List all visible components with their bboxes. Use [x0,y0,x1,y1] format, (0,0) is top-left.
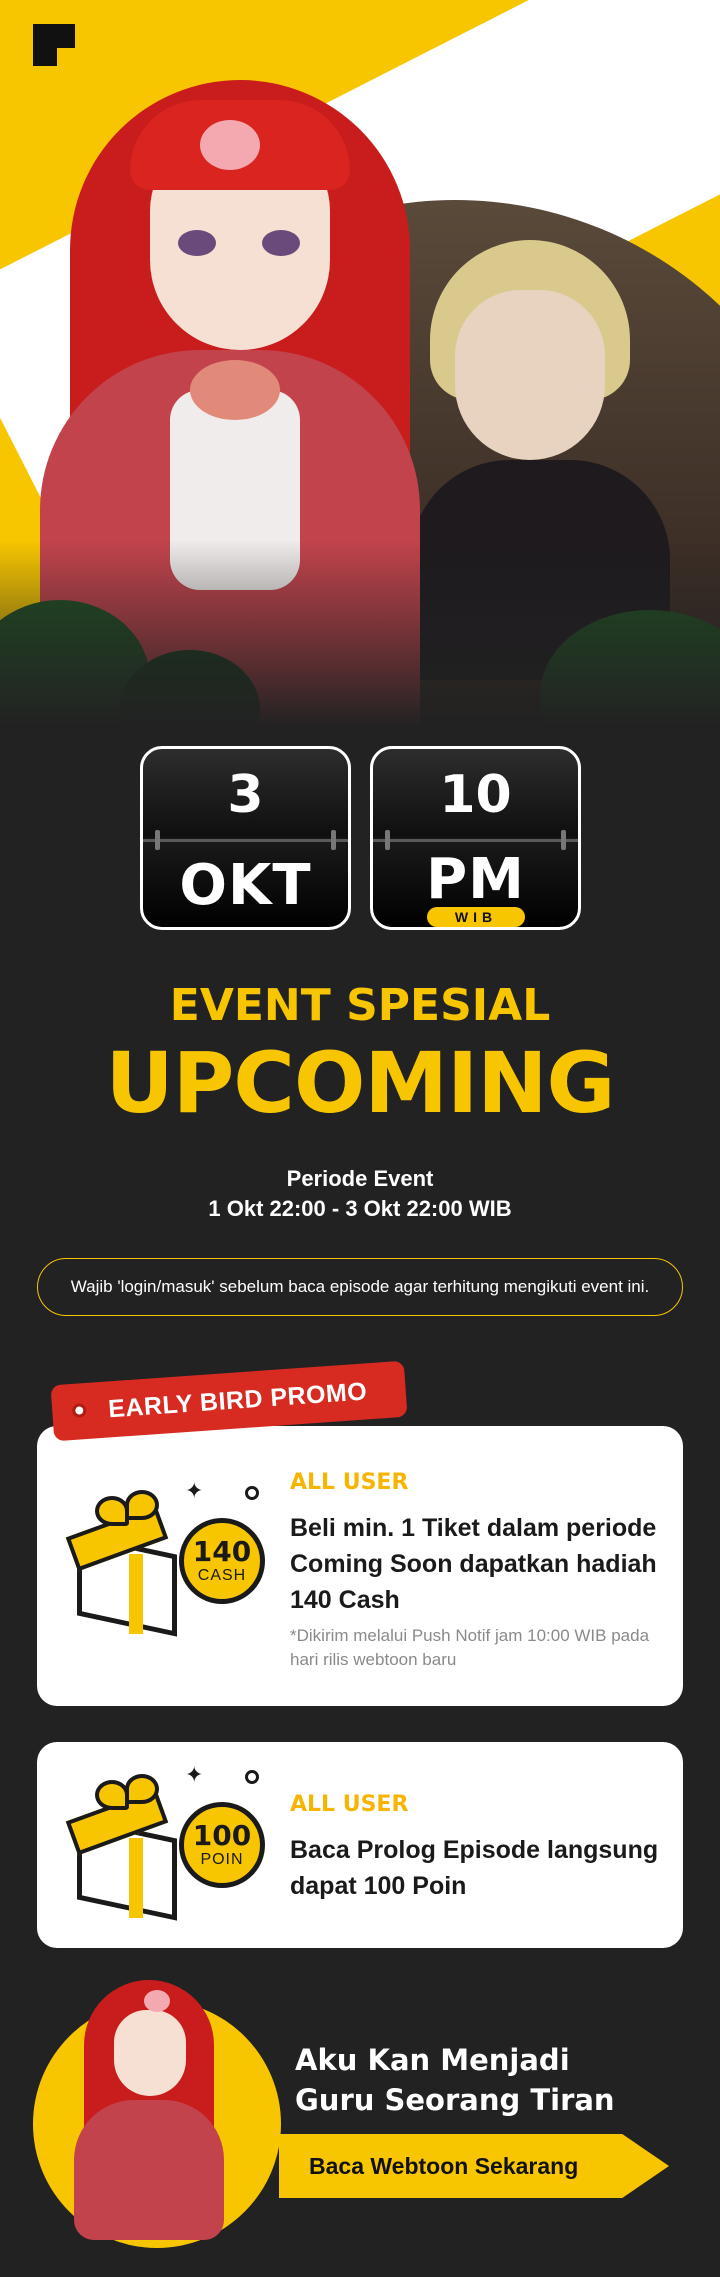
read-webtoon-button[interactable]: Baca Webtoon Sekarang [279,2134,669,2198]
card-description: Baca Prolog Episode langsung dapat 100 P… [290,1836,659,1900]
reward-amount: 100 [192,1819,252,1852]
time-tile: 10 PM WIB [370,746,581,930]
coin-icon: 100 POIN [179,1802,265,1888]
timezone-badge: WIB [427,907,525,927]
early-bird-label: EARLY BIRD PROMO [107,1377,369,1424]
hero-banner [0,0,720,760]
card-audience: ALL USER [290,1470,409,1495]
period-range: 1 Okt 22:00 - 3 Okt 22:00 WIB [208,1196,512,1221]
webtoon-title-line1: Aku Kan Menjadi [295,2043,570,2077]
promo-card-cash: ✦ 140 CASH ALL USER Beli min. 1 Tiket da… [37,1426,683,1706]
webtoon-title: Aku Kan Menjadi Guru Seorang Tiran [295,2040,695,2120]
tag-hole-icon [71,1402,87,1418]
cta-character [44,1970,244,2250]
reward-amount: 140 [192,1535,252,1568]
coin-icon: 140 CASH [179,1518,265,1604]
event-subtitle: UPCOMING [105,1034,616,1132]
promo-card-poin: ✦ 100 POIN ALL USER Baca Prolog Episode … [37,1742,683,1948]
reward-unit: CASH [197,1567,247,1584]
brand-logo-icon[interactable] [33,24,75,66]
time-hour: 10 [439,765,512,825]
reward-unit: POIN [200,1851,244,1868]
card-audience: ALL USER [290,1792,409,1817]
login-notice: Wajib 'login/masuk' sebelum baca episode… [37,1258,683,1316]
period-label: Periode Event [286,1166,434,1191]
gift-box-icon: ✦ 100 POIN [65,1762,267,1921]
webtoon-title-line2: Guru Seorang Tiran [295,2083,615,2117]
date-tile: 3 OKT [140,746,351,930]
date-day: 3 [227,765,264,825]
card-note: *Dikirim melalui Push Notif jam 10:00 WI… [290,1626,650,1669]
time-meridiem: PM [426,847,525,912]
date-month: OKT [179,853,312,918]
card-description: Beli min. 1 Tiket dalam periode Coming S… [290,1514,657,1614]
hero-fade [0,540,720,760]
event-title: EVENT SPESIAL [169,980,551,1031]
gift-box-icon: ✦ 140 CASH [65,1478,267,1637]
